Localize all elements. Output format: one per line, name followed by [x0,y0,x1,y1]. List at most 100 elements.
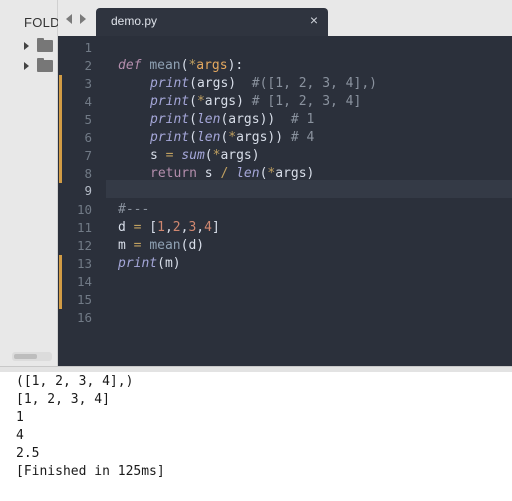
output-line: 2.5 [16,446,40,461]
line-number: 16 [76,310,92,325]
line-number: 7 [84,148,92,163]
output-line: 4 [16,428,24,443]
output-line: [1, 2, 3, 4] [16,392,110,407]
code-token: mean [149,58,181,73]
code-comment: # [1, 2, 3, 4] [251,94,362,109]
code-token: args [196,58,228,73]
line-number: 1 [84,40,92,55]
code-token: args) [204,94,252,109]
code-token: (args)) [220,112,291,127]
line-number: 4 [84,94,92,109]
code-token: sum [181,148,205,163]
code-token: d [118,220,134,235]
tab-title: demo.py [111,14,158,28]
code-token: (args) [189,76,252,91]
code-token: return [150,166,197,181]
line-number: 12 [76,238,92,253]
line-number: 5 [84,112,92,127]
code-editor[interactable]: 1 2 3 4 5 6 7 8 9 10 11 12 13 14 15 16 d… [58,36,512,366]
code-token: ( [189,94,197,109]
code-token: ( [204,148,213,163]
code-token: print [150,130,190,145]
code-token: * [228,130,237,145]
code-line-3: print(args) #([1, 2, 3, 4],) [150,75,377,93]
code-token: def [118,58,142,73]
code-line-8: return s / len(*args) [150,165,314,183]
line-number-current: 9 [84,183,92,198]
folders-title: FOLD [24,15,60,30]
code-number: 2 [172,220,181,235]
line-number: 15 [76,292,92,307]
code-token: ( [189,112,197,127]
code-token: , [196,220,205,235]
code-line-10: #--- [118,201,149,219]
code-token: s [196,166,221,181]
line-number: 13 [76,256,92,271]
code-line-13: print(m) [118,255,181,273]
code-token: print [118,256,158,271]
code-token: len [196,130,221,145]
close-icon[interactable]: × [310,12,318,28]
line-number-gutter: 1 2 3 4 5 6 7 8 9 10 11 12 13 14 15 16 [58,36,106,366]
code-token: args) [220,148,260,163]
tab-bar: demo.py × [58,0,512,36]
code-token: print [150,112,190,127]
modified-line-marker [59,255,62,309]
sidebar-folder-2[interactable] [24,58,54,74]
code-line-12: m = mean(d) [118,237,204,255]
code-token: ( [189,130,197,145]
code-comment: #--- [118,202,150,217]
line-number: 6 [84,130,92,145]
code-token: m [118,238,134,253]
code-comment: # 4 [290,130,315,145]
folder-icon [37,38,53,52]
code-token: len [196,112,221,127]
code-comment: #([1, 2, 3, 4],) [251,76,377,91]
code-token: print [150,76,190,91]
code-number: 1 [157,220,165,235]
output-line: 1 [16,410,24,425]
code-token: ): [227,58,244,73]
expand-arrow-icon[interactable] [24,42,29,50]
code-token: ] [211,220,220,235]
code-line-6: print(len(*args)) # 4 [150,129,314,147]
sidebar-scrollbar-thumb[interactable] [14,354,37,359]
sidebar: FOLD [0,0,60,366]
code-token: (d) [180,238,205,253]
tab-next-icon[interactable] [80,14,86,24]
code-token: , [164,220,173,235]
line-number: 8 [84,166,92,181]
code-token: [ [141,220,158,235]
tab-prev-icon[interactable] [66,14,72,24]
code-token: args) [275,166,315,181]
code-token: s [150,148,166,163]
tab-navigation[interactable] [66,14,92,26]
code-line-2: def mean(*args): [118,57,243,75]
line-number: 2 [84,58,92,73]
code-token: len [236,166,260,181]
folder-icon [37,58,53,72]
code-token: * [196,94,205,109]
output-line: ([1, 2, 3, 4],) [16,374,134,389]
expand-arrow-icon[interactable] [24,62,29,70]
code-token: args)) [236,130,291,145]
code-comment: # 1 [290,112,315,127]
line-number: 11 [76,220,92,235]
line-number: 14 [76,274,92,289]
modified-line-marker [59,75,62,183]
code-line-4: print(*args) # [1, 2, 3, 4] [150,93,361,111]
sidebar-folder-1[interactable] [24,38,54,54]
code-line-5: print(len(args)) # 1 [150,111,314,129]
code-line-7: s = sum(*args) [150,147,260,165]
code-token: mean [149,238,181,253]
build-output-panel[interactable]: ([1, 2, 3, 4],) [1, 2, 3, 4] 1 4 2.5 [Fi… [0,372,512,501]
code-number: 4 [204,220,212,235]
code-token: (m) [157,256,181,271]
output-line: [Finished in 125ms] [16,464,165,479]
line-number: 10 [76,202,92,217]
tab-demo-py[interactable]: demo.py × [96,8,328,36]
code-line-11: d = [1,2,3,4] [118,219,220,237]
code-token: print [150,94,190,109]
line-number: 3 [84,76,92,91]
